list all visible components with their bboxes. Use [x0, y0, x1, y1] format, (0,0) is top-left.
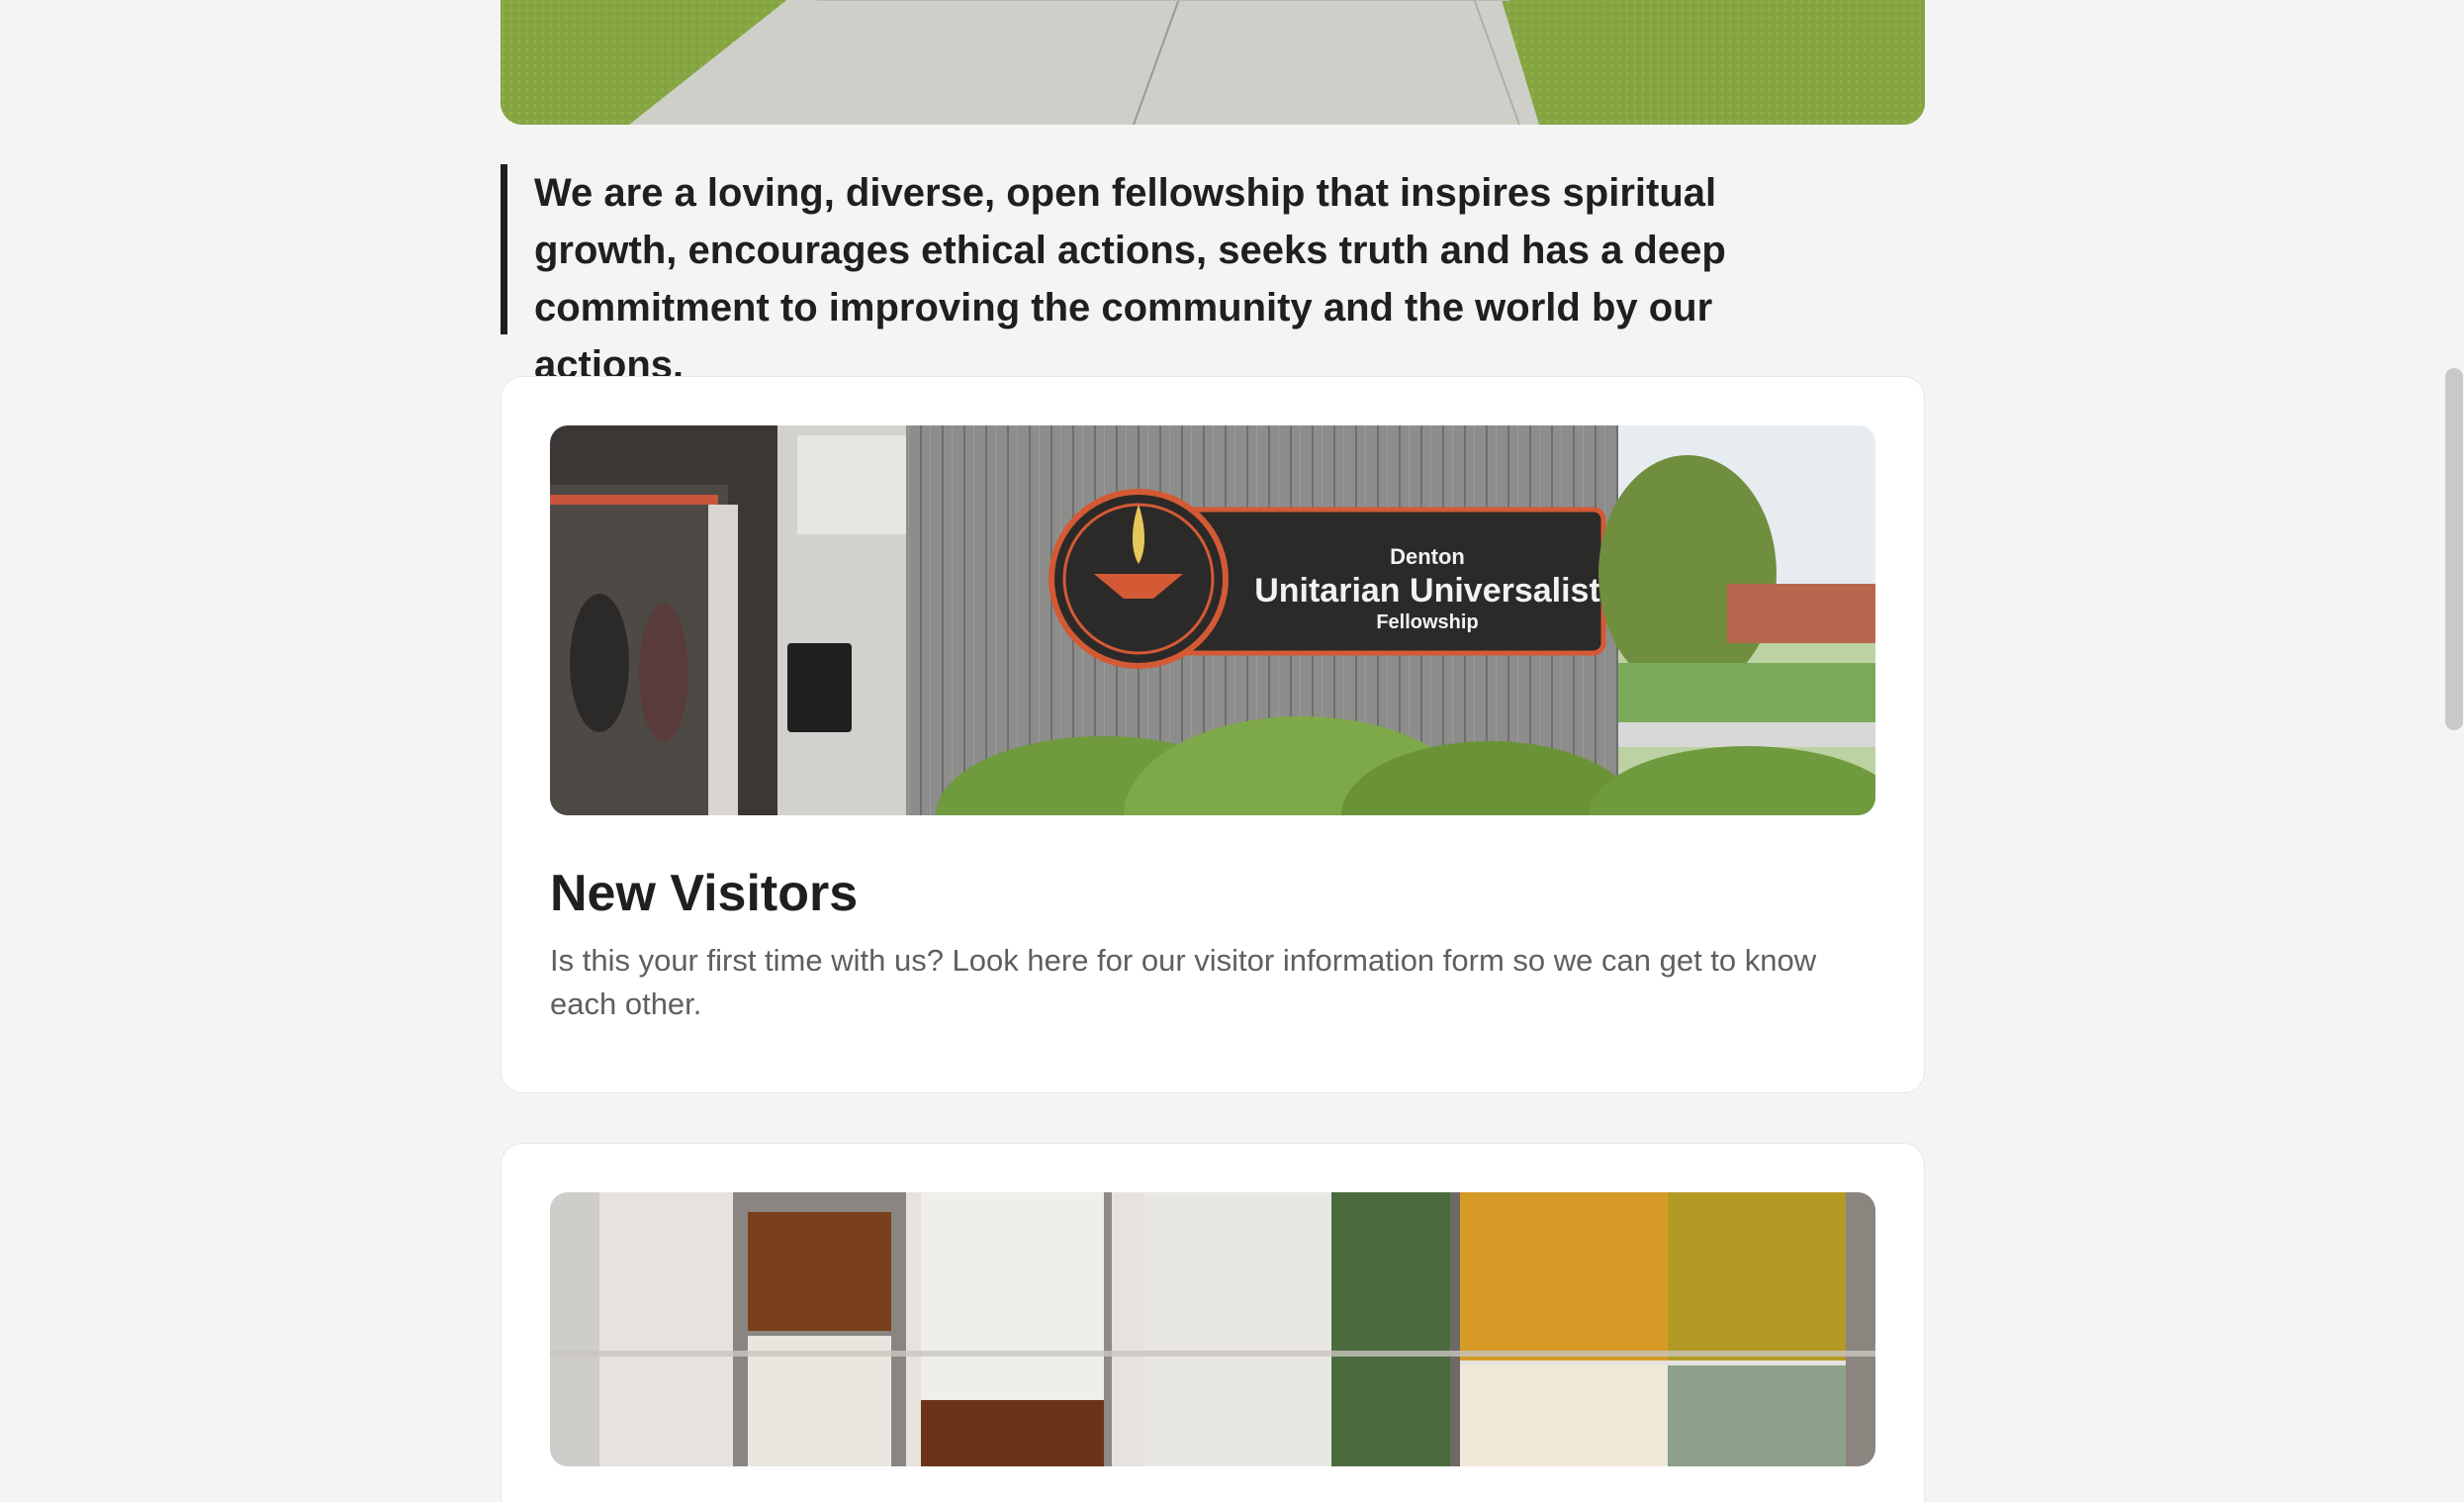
mission-text: We are a loving, diverse, open fellowshi…	[534, 171, 1726, 387]
page: We are a loving, diverse, open fellowshi…	[0, 0, 2464, 1502]
second-card[interactable]	[501, 1143, 1925, 1502]
sign-line-1: Denton	[1390, 544, 1465, 569]
sign-line-2: Unitarian Universalist	[1254, 572, 1600, 610]
scrollbar-thumb[interactable]	[2445, 368, 2463, 730]
sign-line-3: Fellowship	[1376, 611, 1478, 633]
building-sign-image: Denton Unitarian Universalist Fellowship	[550, 425, 1875, 815]
new-visitors-image: Denton Unitarian Universalist Fellowship	[550, 425, 1875, 815]
card-description: Is this your first time with us? Look he…	[550, 943, 1817, 1021]
walkway-lawn-image	[501, 0, 1925, 125]
hero-image	[501, 0, 1925, 125]
card-title[interactable]: New Visitors	[550, 862, 858, 925]
new-visitors-card[interactable]: Denton Unitarian Universalist Fellowship	[501, 376, 1925, 1093]
mission-statement: We are a loving, diverse, open fellowshi…	[501, 164, 1925, 387]
stained-glass-windows-image	[550, 1192, 1875, 1466]
stained-glass-image	[550, 1192, 1875, 1466]
scrollbar[interactable]	[2444, 0, 2464, 1502]
